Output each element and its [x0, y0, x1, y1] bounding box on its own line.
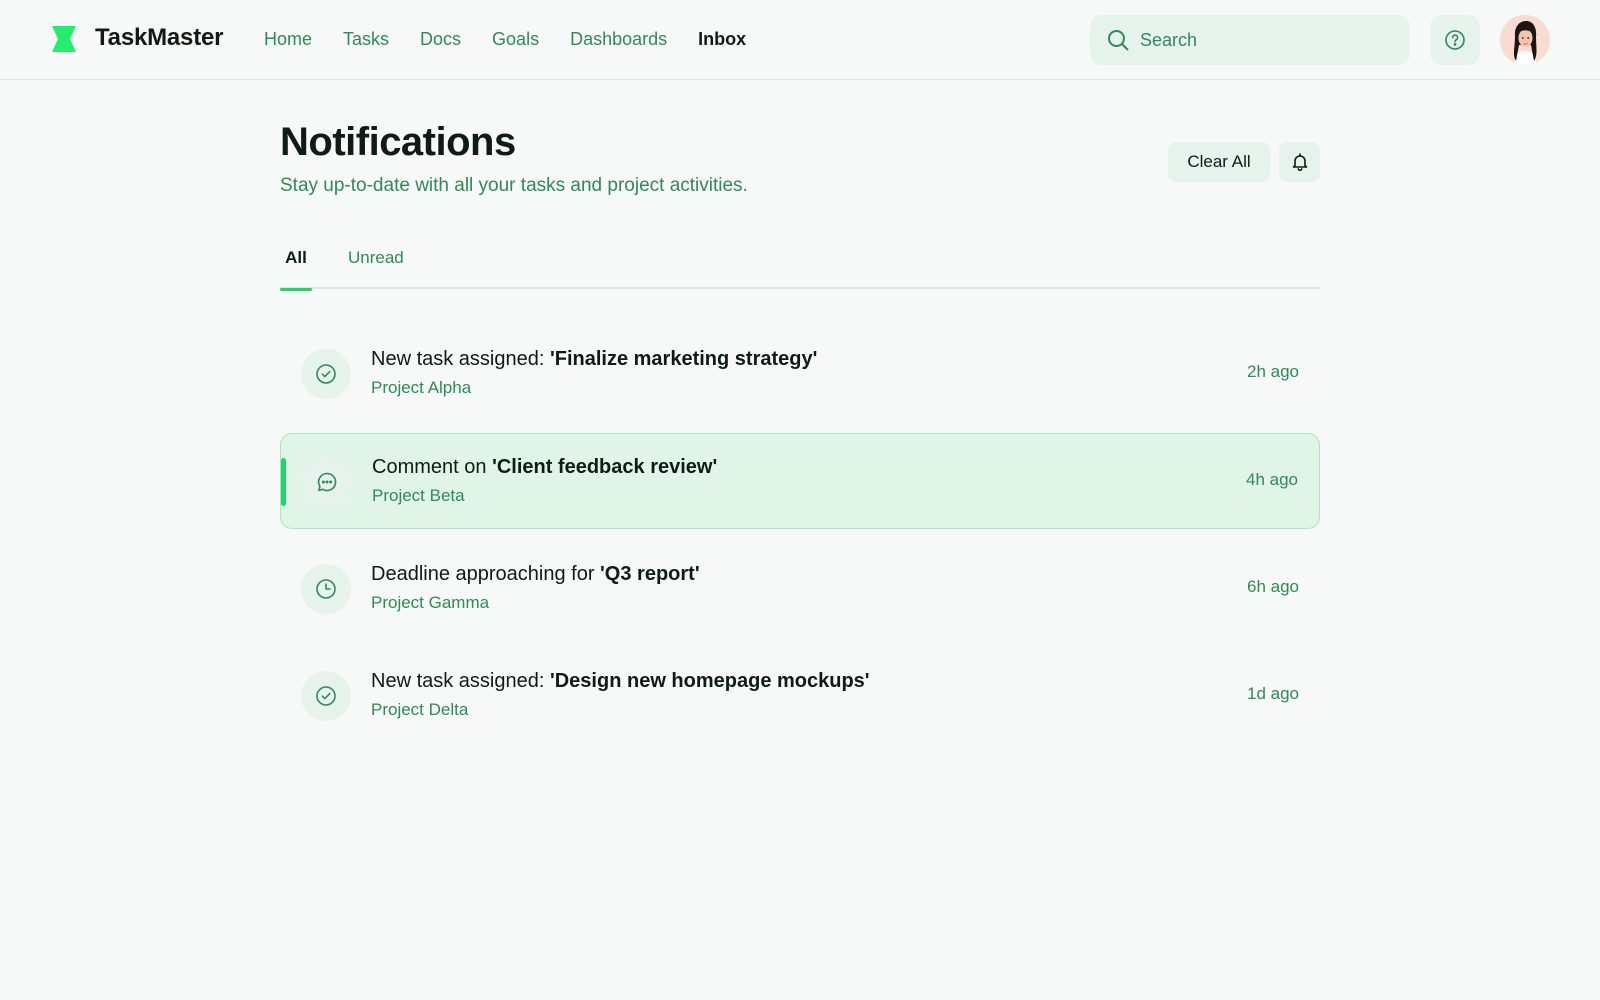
notification-title: Comment on 'Client feedback review' [372, 456, 718, 478]
clock-icon [316, 579, 336, 599]
notification-settings-button[interactable] [1279, 142, 1320, 182]
notification-item[interactable]: New task assigned: 'Design new homepage … [280, 648, 1320, 744]
page-title: Notifications [280, 120, 516, 164]
user-avatar-icon [1500, 15, 1550, 65]
nav-home[interactable]: Home [264, 29, 312, 50]
search-input[interactable] [1140, 15, 1400, 65]
help-button[interactable] [1430, 15, 1480, 65]
tab-all[interactable]: All [280, 248, 312, 291]
main-nav: Home Tasks Docs Goals Dashboards Inbox [264, 29, 777, 50]
avatar[interactable] [1500, 15, 1550, 65]
notification-time: 2h ago [1247, 362, 1299, 381]
notification-time: 1d ago [1247, 684, 1299, 703]
notification-title: New task assigned: 'Finalize marketing s… [371, 348, 818, 370]
check-circle-icon [316, 686, 336, 706]
notification-item[interactable]: Deadline approaching for 'Q3 report' Pro… [280, 541, 1320, 637]
search-box [1090, 15, 1410, 65]
notification-icon-wrap [301, 564, 351, 614]
nav-dashboards[interactable]: Dashboards [570, 29, 667, 50]
nav-goals[interactable]: Goals [492, 29, 539, 50]
check-circle-icon [316, 364, 336, 384]
page-subtitle: Stay up-to-date with all your tasks and … [280, 175, 748, 196]
notification-title: Deadline approaching for 'Q3 report' [371, 563, 700, 585]
bell-icon [1292, 153, 1307, 171]
top-header: TaskMaster Home Tasks Docs Goals Dashboa… [0, 0, 1600, 80]
unread-indicator [281, 458, 286, 506]
tab-unread[interactable]: Unread [348, 248, 404, 289]
brand-name: TaskMaster [95, 24, 224, 51]
nav-inbox[interactable]: Inbox [698, 29, 746, 50]
notification-project: Project Alpha [371, 378, 472, 397]
nav-docs[interactable]: Docs [420, 29, 461, 50]
logo-icon [52, 26, 76, 52]
notification-item[interactable]: New task assigned: 'Finalize marketing s… [280, 326, 1320, 422]
notification-tabs: All Unread [280, 240, 1320, 291]
notification-project: Project Delta [371, 700, 469, 719]
notification-project: Project Gamma [371, 593, 490, 612]
comment-icon [317, 472, 337, 492]
notification-item[interactable]: Comment on 'Client feedback review' Proj… [280, 433, 1320, 529]
notification-icon-wrap [302, 457, 352, 507]
notification-icon-wrap [301, 349, 351, 399]
notification-time: 4h ago [1246, 470, 1298, 489]
clear-all-button[interactable]: Clear All [1168, 142, 1270, 182]
notification-project: Project Beta [372, 486, 465, 505]
notification-icon-wrap [301, 671, 351, 721]
search-icon [1108, 30, 1129, 51]
notification-title: New task assigned: 'Design new homepage … [371, 670, 870, 692]
notification-time: 6h ago [1247, 577, 1299, 596]
nav-tasks[interactable]: Tasks [343, 29, 389, 50]
help-icon [1445, 30, 1465, 50]
